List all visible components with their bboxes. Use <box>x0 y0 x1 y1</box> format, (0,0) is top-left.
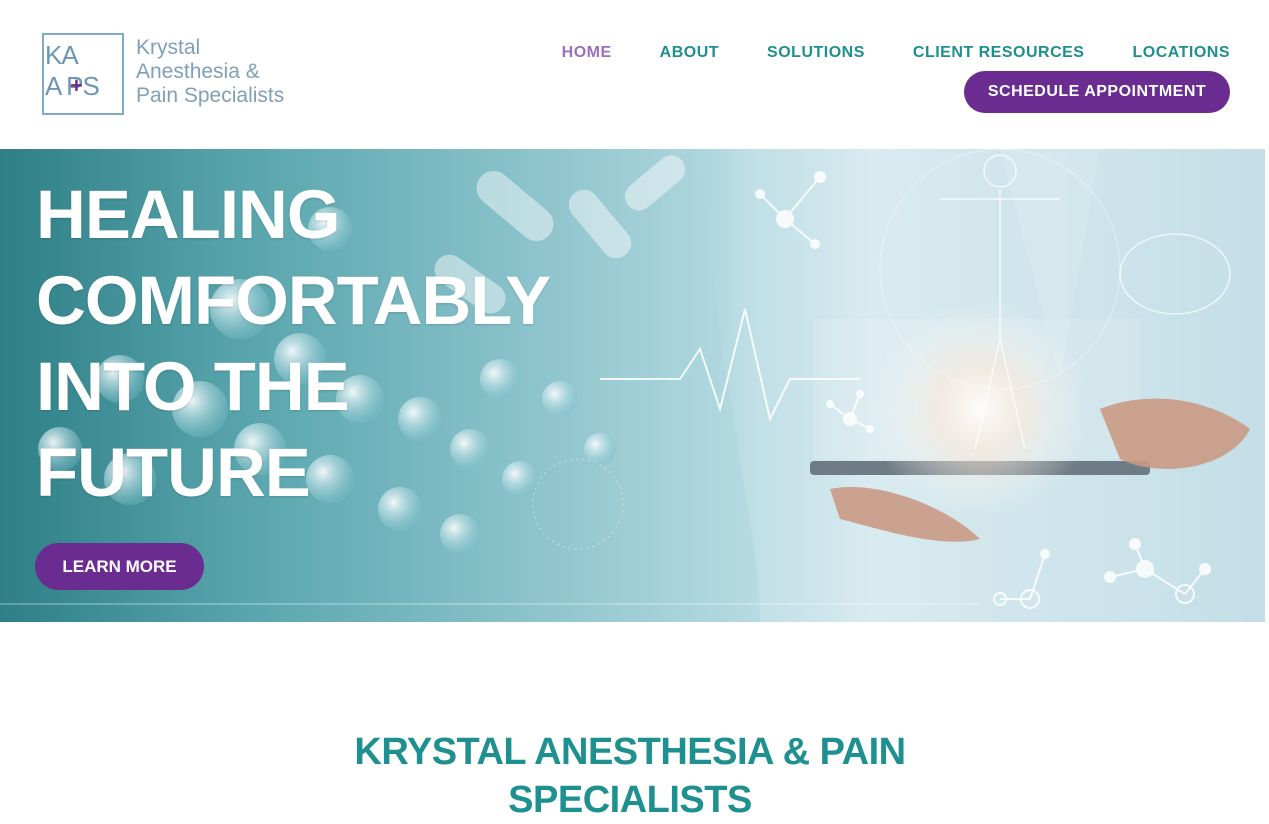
logo-monogram-top: KA <box>45 40 79 70</box>
logo-name-line2: Anesthesia & <box>136 60 260 83</box>
nav-item-about[interactable]: ABOUT <box>660 44 719 62</box>
logo-wordmark: Krystal Anesthesia & Pain Specialists <box>136 36 284 108</box>
nav-item-solutions[interactable]: SOLUTIONS <box>767 44 865 62</box>
main-nav: HOME ABOUT SOLUTIONS CLIENT RESOURCES LO… <box>562 44 1230 62</box>
logo-name-line3: Pain Specialists <box>136 84 285 107</box>
schedule-appointment-button[interactable]: SCHEDULE APPOINTMENT <box>964 71 1230 113</box>
logo-plus-icon: + <box>70 73 83 98</box>
hero-headline-line: HEALING <box>36 176 341 253</box>
hero-headline-line: COMFORTABLY <box>36 262 551 339</box>
hero-headline-line: INTO THE <box>36 348 350 425</box>
hero-headline-line: FUTURE <box>36 434 311 511</box>
learn-more-button[interactable]: LEARN MORE <box>35 543 204 590</box>
site-logo[interactable]: KA A PS + Krystal Anesthesia & Pain Spec… <box>42 33 332 117</box>
nav-item-locations[interactable]: LOCATIONS <box>1132 44 1230 62</box>
nav-item-home[interactable]: HOME <box>562 44 612 62</box>
nav-item-client-resources[interactable]: CLIENT RESOURCES <box>913 44 1085 62</box>
intro-heading-line2: SPECIALISTS <box>508 779 752 821</box>
hero-headline: HEALING COMFORTABLY INTO THE FUTURE <box>36 172 636 516</box>
intro-heading: KRYSTAL ANESTHESIA & PAIN SPECIALISTS <box>0 728 1260 824</box>
intro-heading-line1: KRYSTAL ANESTHESIA & PAIN <box>354 731 906 773</box>
hero-banner: HEALING COMFORTABLY INTO THE FUTURE LEAR… <box>0 149 1265 622</box>
logo-name-line1: Krystal <box>136 36 201 59</box>
site-header: KA A PS + Krystal Anesthesia & Pain Spec… <box>0 0 1269 149</box>
